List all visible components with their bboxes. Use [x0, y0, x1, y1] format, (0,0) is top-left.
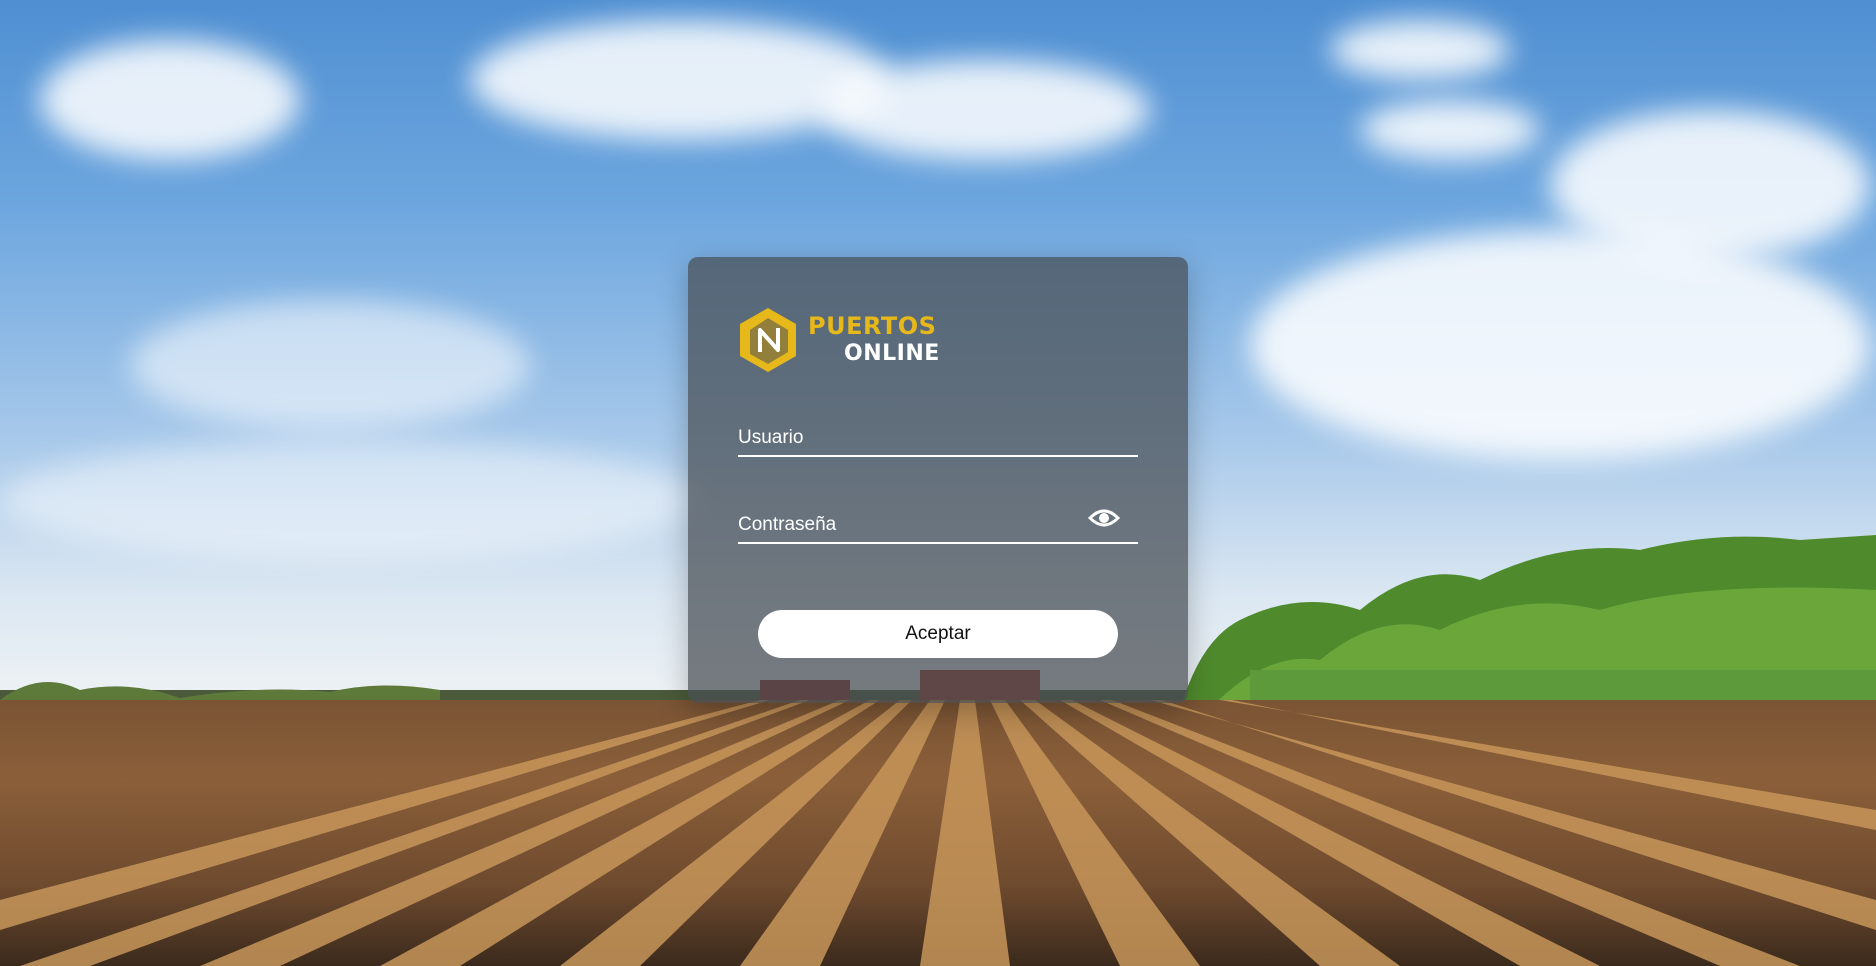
- brand-line2: ONLINE: [844, 341, 940, 366]
- username-field: [738, 415, 1138, 457]
- accept-button[interactable]: Aceptar: [758, 610, 1118, 658]
- brand-wordmark: PUERTOS ONLINE: [808, 313, 940, 367]
- hexagon-n-logo-icon: [740, 308, 796, 372]
- brand-line1: PUERTOS: [808, 312, 937, 340]
- field-furrows: [0, 700, 1876, 966]
- password-field: [738, 502, 1138, 544]
- password-input[interactable]: [738, 514, 1098, 536]
- eye-icon[interactable]: [1088, 506, 1120, 530]
- username-input[interactable]: [738, 427, 1098, 449]
- brand-logo: PUERTOS ONLINE: [738, 305, 940, 375]
- login-card: PUERTOS ONLINE Aceptar: [688, 257, 1188, 703]
